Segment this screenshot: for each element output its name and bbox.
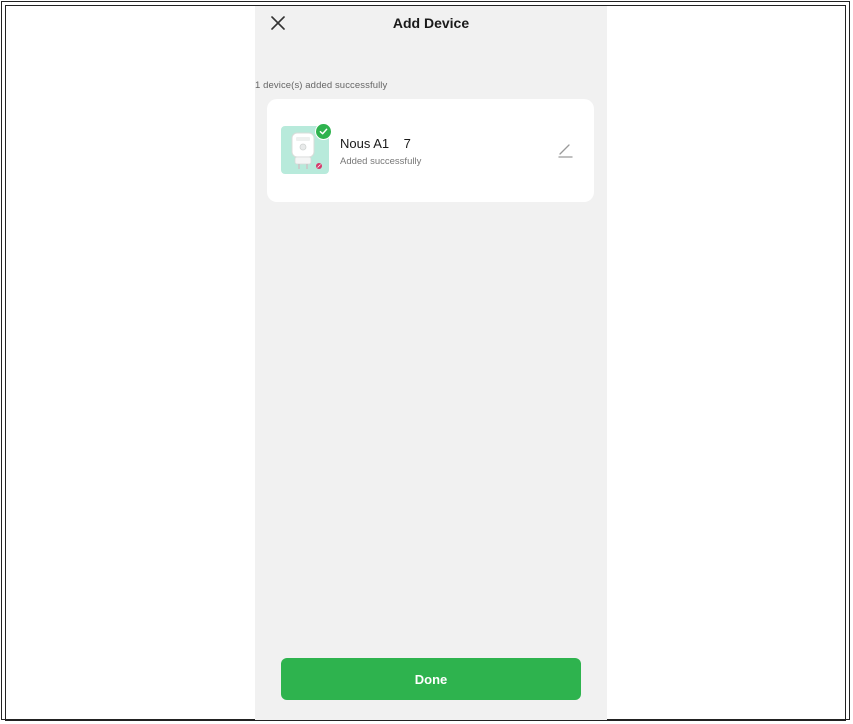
device-status: Added successfully bbox=[340, 156, 422, 167]
pencil-icon bbox=[558, 144, 573, 158]
check-icon bbox=[319, 128, 328, 135]
device-card[interactable]: Nous A1 7 Added successfully bbox=[267, 99, 594, 202]
device-name: Nous A1 7 bbox=[340, 136, 411, 151]
added-summary-text: 1 device(s) added successfully bbox=[255, 80, 388, 91]
header-bar: Add Device bbox=[255, 6, 607, 42]
phone-screen: Add Device 1 device(s) added successfull… bbox=[255, 6, 607, 720]
success-badge bbox=[315, 123, 332, 140]
page-title: Add Device bbox=[392, 15, 470, 31]
device-thumbnail bbox=[281, 123, 332, 174]
edit-name-button[interactable] bbox=[555, 141, 575, 161]
done-button[interactable]: Done bbox=[281, 658, 581, 700]
